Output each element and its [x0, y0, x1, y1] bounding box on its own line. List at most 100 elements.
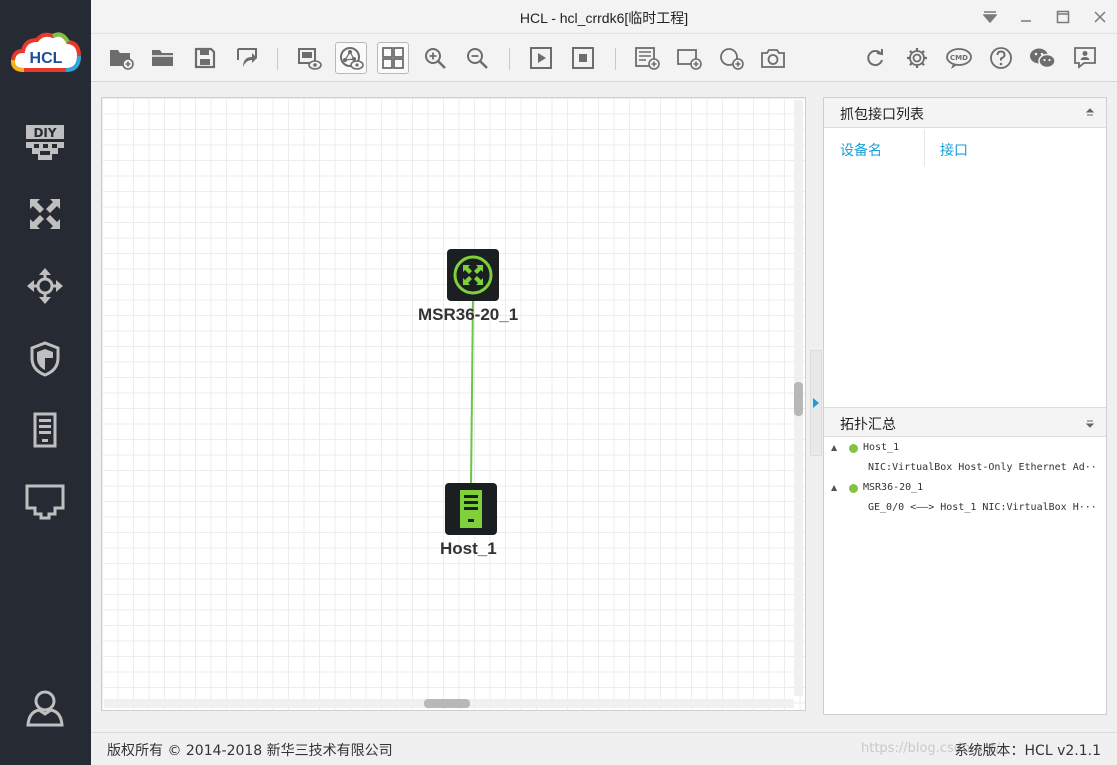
col-device-name[interactable]: 设备名 [840, 140, 882, 160]
settings-button[interactable] [901, 42, 933, 74]
add-circle-button[interactable] [715, 42, 747, 74]
minimize-button[interactable] [1015, 6, 1037, 28]
new-project-button[interactable] [105, 42, 137, 74]
toolbar-separator [615, 48, 616, 70]
topology-canvas[interactable]: MSR36-20_1 Host_1 [101, 97, 806, 711]
svg-text:DIY: DIY [33, 126, 56, 140]
refresh-button[interactable] [859, 42, 891, 74]
close-icon [1094, 11, 1106, 23]
caret-down-icon [983, 11, 997, 23]
collapse-up-icon[interactable] [1084, 106, 1096, 120]
add-circle-icon [720, 48, 744, 70]
toolbar: CMD [91, 34, 1117, 82]
gear-icon [907, 48, 927, 68]
user-icon [26, 690, 64, 727]
status-dot [849, 484, 858, 493]
camera-icon [761, 49, 785, 68]
column-divider [924, 130, 925, 166]
save-as-button[interactable] [231, 42, 263, 74]
scrollbar-thumb[interactable] [794, 382, 803, 416]
sidebar-item-diy[interactable]: DIY [23, 121, 67, 165]
new-folder-icon [110, 50, 134, 70]
grid-view-button[interactable] [377, 42, 409, 74]
arrow-right-icon [813, 398, 819, 408]
sidebar-item-cable[interactable] [23, 480, 67, 524]
stop-icon [572, 47, 594, 69]
add-text-button[interactable] [631, 42, 663, 74]
open-project-button[interactable] [147, 42, 179, 74]
save-button[interactable] [189, 42, 221, 74]
panel-collapse-toggle[interactable] [810, 350, 822, 456]
tree-node-detail: GE_0/0 <——> Host_1 NIC:VirtualBox H··· [868, 502, 1097, 513]
scrollbar-thumb[interactable] [424, 699, 470, 708]
help-button[interactable] [985, 42, 1017, 74]
help-icon [990, 47, 1012, 69]
sidebar-item-switch[interactable] [23, 264, 67, 308]
tree-node-host[interactable]: Host_1 [863, 442, 899, 453]
minimize-icon [1021, 20, 1031, 22]
topology-panel-header[interactable]: 拓扑汇总 [824, 407, 1106, 437]
wechat-button[interactable] [1027, 42, 1059, 74]
capture-panel-header[interactable]: 抓包接口列表 [824, 98, 1106, 128]
status-bar: 版权所有 © 2014-2018 新华三技术有限公司 https://blog.… [91, 732, 1117, 765]
export-icon [237, 48, 257, 67]
diy-icon: DIY [26, 125, 64, 160]
window-title: HCL - hcl_crrdk6[临时工程] [519, 10, 689, 26]
router-icon [453, 255, 493, 295]
device-label: Host_1 [440, 539, 497, 558]
shield-icon [30, 341, 60, 377]
hcl-logo: HCL [10, 30, 82, 78]
status-dot [849, 444, 858, 453]
svg-text:CMD: CMD [950, 54, 968, 62]
refresh-icon [867, 49, 883, 67]
screenshot-button[interactable] [757, 42, 789, 74]
link-layer [470, 292, 474, 489]
show-topology-button[interactable] [335, 42, 367, 74]
device-router-msr36[interactable] [447, 249, 499, 301]
device-label: MSR36-20_1 [418, 305, 519, 324]
sidebar-item-firewall[interactable] [23, 337, 67, 381]
add-rectangle-button[interactable] [673, 42, 705, 74]
stop-all-button[interactable] [567, 42, 599, 74]
toolbar-separator [277, 48, 278, 70]
save-icon [194, 47, 216, 69]
start-all-button[interactable] [525, 42, 557, 74]
sidebar-item-router[interactable] [23, 192, 67, 236]
collapse-down-icon[interactable] [1084, 416, 1096, 430]
tree-expand-icon[interactable]: ▲ [831, 443, 837, 452]
zoom-out-button[interactable] [461, 42, 493, 74]
close-button[interactable] [1089, 6, 1111, 28]
cmd-icon: CMD [946, 48, 972, 69]
toolbar-separator [509, 48, 510, 70]
feedback-button[interactable] [1069, 42, 1101, 74]
canvas-vertical-scrollbar[interactable] [794, 100, 803, 696]
right-panel: 抓包接口列表 设备名 接口 拓扑汇总 ▲ Host_1 NIC:VirtualB… [823, 97, 1107, 715]
maximize-icon [1056, 10, 1070, 24]
svg-text:HCL: HCL [30, 50, 63, 67]
zoom-in-button[interactable] [419, 42, 451, 74]
folder-icon [152, 50, 173, 66]
device-host-1[interactable] [445, 483, 497, 535]
user-account-button[interactable] [23, 686, 67, 730]
col-interface[interactable]: 接口 [940, 140, 968, 160]
copyright-text: 版权所有 © 2014-2018 新华三技术有限公司 [107, 743, 393, 759]
tree-expand-icon[interactable]: ▲ [831, 483, 837, 492]
tree-node-detail: NIC:VirtualBox Host-Only Ethernet Ad··· [868, 462, 1098, 473]
zoom-in-icon [425, 48, 446, 69]
maximize-button[interactable] [1052, 6, 1074, 28]
host-pc-icon [460, 490, 482, 528]
screen-eye-icon [298, 48, 322, 70]
feedback-icon [1074, 47, 1096, 69]
zoom-out-icon [467, 48, 488, 69]
server-icon [33, 412, 57, 448]
tree-node-router[interactable]: MSR36-20_1 [863, 482, 923, 493]
canvas-horizontal-scrollbar[interactable] [104, 699, 794, 708]
sidebar-item-host[interactable] [23, 408, 67, 452]
switch-icon [27, 268, 63, 304]
wechat-icon [1030, 48, 1056, 69]
menu-dropdown-button[interactable] [979, 6, 1001, 28]
cmd-button[interactable]: CMD [943, 42, 975, 74]
play-icon [530, 47, 552, 69]
show-hide-button[interactable] [293, 42, 325, 74]
router-arrows-icon [30, 199, 60, 229]
